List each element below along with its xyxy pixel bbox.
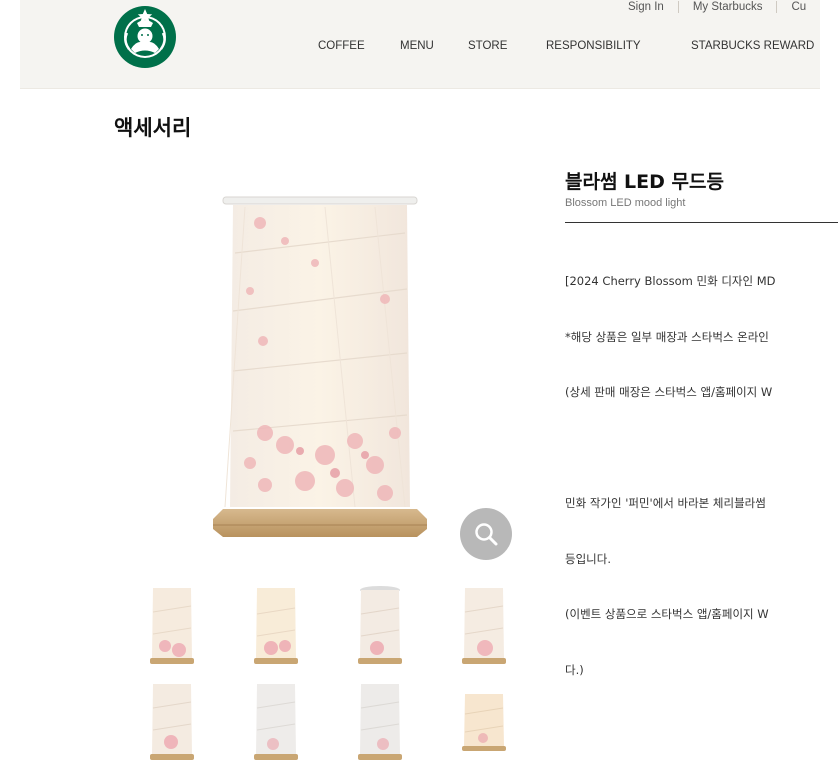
sign-in-link[interactable]: Sign In <box>628 1 664 13</box>
divider <box>776 1 778 13</box>
zoom-button[interactable] <box>460 508 512 560</box>
magnifier-icon <box>475 523 498 546</box>
thumbnail[interactable] <box>328 578 432 674</box>
product-description: [2024 Cherry Blossom 민화 디자인 MD *해당 상품은 일… <box>565 235 838 716</box>
nav-menu[interactable]: MENU <box>400 40 468 52</box>
thumbnail-gallery <box>120 578 520 770</box>
description-line: (이벤트 상품으로 스타벅스 앱/홈페이지 W <box>565 607 769 621</box>
nav-starbucks-rewards[interactable]: STARBUCKS REWARD <box>691 40 814 52</box>
main-nav: COFFEE MENU STORE RESPONSIBILITY STARBUC… <box>318 40 814 52</box>
utility-links: Sign In My Starbucks Cu <box>628 0 806 14</box>
description-line: 등입니다. <box>565 551 611 566</box>
divider <box>677 1 679 13</box>
product-name-en: Blossom LED mood light <box>565 197 686 209</box>
product-info: 블라썸 LED 무드등 Blossom LED mood light [2024… <box>565 167 838 716</box>
thumbnail[interactable] <box>432 578 536 674</box>
my-starbucks-link[interactable]: My Starbucks <box>693 1 763 13</box>
thumbnail[interactable] <box>224 578 328 674</box>
product-image <box>213 196 427 537</box>
description-line: 민화 작가인 '퍼민'에서 바라본 체리블라썸 <box>565 496 766 510</box>
description-line: 다.) <box>565 662 584 677</box>
description-line: (상세 판매 매장은 스타벅스 앱/홈페이지 W <box>565 385 773 399</box>
thumbnail[interactable] <box>432 674 536 770</box>
divider <box>565 222 838 223</box>
thumbnail[interactable] <box>120 578 224 674</box>
page-title: 액세서리 <box>114 116 192 140</box>
starbucks-logo[interactable] <box>113 5 177 69</box>
nav-store[interactable]: STORE <box>468 40 546 52</box>
thumbnail[interactable] <box>120 674 224 770</box>
thumbnail[interactable] <box>328 674 432 770</box>
nav-coffee[interactable]: COFFEE <box>318 40 400 52</box>
description-line: *해당 상품은 일부 매장과 스타벅스 온라인 <box>565 329 769 344</box>
description-line <box>565 439 838 458</box>
thumbnail[interactable] <box>224 674 328 770</box>
description-line: [2024 Cherry Blossom 민화 디자인 MD <box>565 274 776 288</box>
nav-responsibility[interactable]: RESPONSIBILITY <box>546 40 691 52</box>
product-name: 블라썸 LED 무드등 <box>565 171 724 193</box>
site-header: Sign In My Starbucks Cu COFFEE MENU STOR… <box>20 0 820 89</box>
customer-link[interactable]: Cu <box>791 1 806 13</box>
